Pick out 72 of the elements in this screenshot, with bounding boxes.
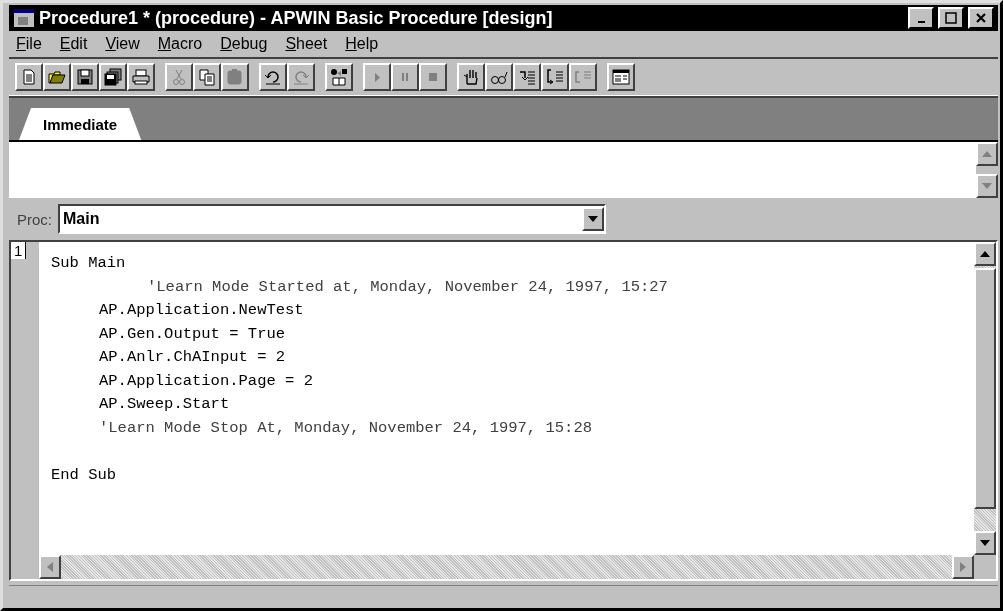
toolbar-button[interactable] bbox=[485, 63, 513, 91]
step-out-icon bbox=[574, 68, 592, 86]
menu-item[interactable]: View bbox=[98, 35, 147, 53]
line-number: 1 bbox=[11, 242, 27, 259]
scroll-up-button[interactable] bbox=[974, 242, 996, 266]
proc-dropdown[interactable]: Main bbox=[58, 204, 606, 234]
dropdown-button[interactable] bbox=[582, 207, 604, 231]
horizontal-scrollbar[interactable] bbox=[39, 555, 974, 579]
floppy-disks-icon bbox=[104, 68, 122, 86]
play-icon bbox=[374, 72, 380, 82]
maximize-button[interactable] bbox=[938, 7, 964, 29]
vertical-scrollbar[interactable] bbox=[974, 242, 996, 579]
toolbar-button[interactable] bbox=[71, 63, 99, 91]
pause-icon bbox=[402, 73, 408, 81]
menu-item[interactable]: Edit bbox=[52, 35, 95, 53]
menu-item[interactable]: File bbox=[9, 35, 49, 53]
code-line: AP.Anlr.ChAInput = 2 bbox=[98, 347, 287, 368]
clipboard-icon bbox=[226, 68, 244, 86]
scroll-down-button[interactable] bbox=[976, 174, 998, 198]
menu-item[interactable]: Debug bbox=[213, 35, 275, 53]
toolbar-button[interactable] bbox=[193, 63, 221, 91]
window-icon bbox=[612, 68, 630, 86]
vertical-scrollbar[interactable] bbox=[976, 142, 998, 198]
toolbar-button[interactable] bbox=[127, 63, 155, 91]
code-comment: 'Learn Mode Stop At, Monday, November 24, 1997, 15:28 bbox=[98, 417, 593, 439]
scroll-up-button[interactable] bbox=[976, 142, 998, 166]
close-icon bbox=[975, 12, 987, 24]
maximize-icon bbox=[945, 12, 957, 24]
toolbar-button[interactable] bbox=[99, 63, 127, 91]
document-icon bbox=[20, 68, 38, 86]
toolbar-button[interactable] bbox=[15, 63, 43, 91]
code-line: AP.Application.Page = 2 bbox=[98, 370, 314, 392]
window-title: Procedure1 * (procedure) - APWIN Basic Procedure [design] bbox=[39, 7, 554, 29]
toolbar-button[interactable] bbox=[43, 63, 71, 91]
step-over-icon bbox=[546, 68, 564, 86]
toolbar-button[interactable] bbox=[325, 63, 353, 91]
toolbar-button[interactable] bbox=[457, 63, 485, 91]
scroll-down-button[interactable] bbox=[974, 531, 996, 555]
menu-item[interactable]: Sheet bbox=[278, 35, 335, 53]
toolbar-button[interactable] bbox=[541, 63, 569, 91]
undo-icon bbox=[264, 68, 282, 86]
step-into-icon bbox=[518, 68, 536, 86]
code-editor[interactable] bbox=[9, 240, 998, 581]
toolbar-button[interactable] bbox=[259, 63, 287, 91]
folder-icon bbox=[48, 68, 66, 86]
toolbox-icon bbox=[330, 68, 348, 86]
minimize-button[interactable] bbox=[908, 7, 934, 29]
code-line: AP.Gen.Output = True bbox=[98, 323, 287, 345]
proc-label: Proc: bbox=[17, 210, 52, 228]
code-line: AP.Sweep.Start bbox=[98, 394, 231, 415]
stop-icon bbox=[429, 73, 437, 81]
app-icon bbox=[13, 8, 35, 28]
toolbar-button[interactable] bbox=[607, 63, 635, 91]
immediate-tab[interactable]: Immediate bbox=[19, 108, 142, 140]
menu-item[interactable]: Macro bbox=[150, 35, 210, 53]
hand-icon bbox=[462, 68, 480, 86]
redo-icon bbox=[292, 68, 310, 86]
scroll-right-button[interactable] bbox=[952, 555, 974, 579]
scrollbar-corner bbox=[974, 555, 996, 579]
code-line: End Sub bbox=[51, 464, 118, 486]
code-line: AP.Application.NewTest bbox=[98, 300, 305, 321]
printer-icon bbox=[132, 68, 150, 86]
scroll-thumb[interactable] bbox=[974, 268, 996, 509]
minimize-icon bbox=[917, 21, 925, 23]
close-button[interactable] bbox=[968, 7, 994, 29]
code-line: Sub Main bbox=[51, 253, 127, 274]
toolbar-button[interactable] bbox=[513, 63, 541, 91]
code-comment: 'Learn Mode Started at, Monday, November 24, 1997, 15:27 bbox=[146, 276, 669, 298]
scissors-icon bbox=[170, 68, 188, 86]
copy-icon bbox=[198, 68, 216, 86]
scroll-left-button[interactable] bbox=[39, 555, 61, 579]
menu-item[interactable]: Help bbox=[338, 35, 386, 53]
